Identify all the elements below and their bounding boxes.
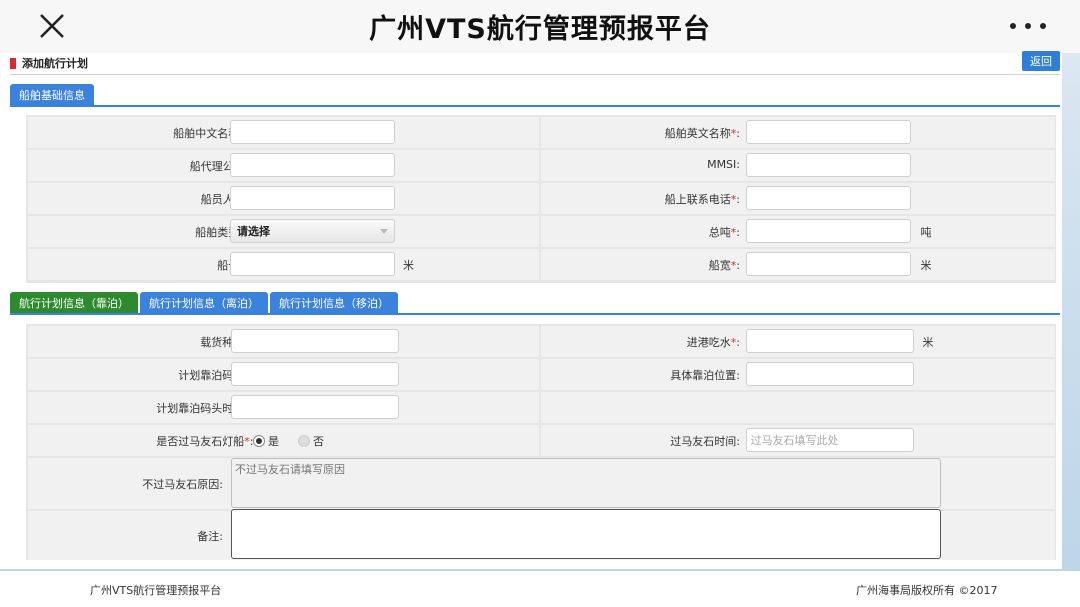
basic-row-5: 船长*: 米 船宽*: 米 [28,249,1055,280]
pass-yes-radio[interactable]: 是 [253,433,279,449]
agent-input[interactable] [230,153,395,177]
title-bar: 广州VTS航行管理预报平台 [0,0,1080,53]
no-label: 否 [313,435,324,448]
draft-unit: 米 [922,336,934,349]
footer-right: 广州海事局版权所有 ©2017 [856,584,998,597]
position-label: 具体靠泊位置: [670,369,740,382]
main-page: 添加航行计划 返回 船舶基础信息 船舶中文名称*: 船舶英文名称*: 船代理公司… [0,51,1062,569]
en-name-input[interactable] [745,120,911,144]
chevron-down-icon [380,229,388,234]
radio-unchecked-icon [298,435,310,447]
plan-tabs: 航行计划信息（靠泊） 航行计划信息（离泊） 航行计划信息（移泊） [10,292,400,314]
tonnage-input[interactable] [745,219,911,243]
tonnage-unit: 吨 [920,226,932,239]
ship-type-select[interactable]: 请选择 [230,219,395,243]
plan-row-6: 备注: [28,509,1055,560]
page-header: 添加航行计划 [0,53,1062,73]
plan-row-5: 不过马友石原因: [28,458,1055,509]
basic-row-1: 船舶中文名称*: 船舶英文名称*: [28,117,1055,148]
plan-tab-underline [10,313,1060,315]
berth-input[interactable] [231,362,399,386]
pass-no-radio[interactable]: 否 [298,433,324,449]
width-input[interactable] [745,252,911,276]
tab-berthing[interactable]: 航行计划信息（靠泊） [10,292,138,314]
draft-label: 进港吃水*: [686,336,740,349]
cn-name-input[interactable] [230,120,395,144]
more-icon[interactable] [1010,16,1046,36]
reason-textarea[interactable] [231,458,941,508]
basic-row-3: 船员人数: 船上联系电话*: [28,183,1055,214]
radio-checked-icon [253,435,265,447]
back-button[interactable]: 返回 [1022,51,1060,71]
reason-label: 不过马友石原因: [142,478,223,491]
width-label: 船宽*: [708,259,740,272]
footer-left: 广州VTS航行管理预报平台 [90,584,222,597]
tonnage-label: 总吨*: [708,226,740,239]
close-icon[interactable] [36,10,68,42]
crew-input[interactable] [230,186,395,210]
mmsi-label: MMSI: [707,158,740,171]
plan-row-2: 计划靠泊码头*: 具体靠泊位置: [28,359,1055,390]
en-name-label: 船舶英文名称*: [664,127,740,140]
phone-label: 船上联系电话*: [664,193,740,206]
pass-time-label: 过马友石时间: [670,435,740,448]
plan-row-3: 计划靠泊码头时间*: [28,392,1055,423]
tab-shifting[interactable]: 航行计划信息（移泊） [270,292,398,314]
basic-tabs: 船舶基础信息 [10,84,96,106]
length-unit: 米 [403,259,414,272]
tab-unberthing[interactable]: 航行计划信息（离泊） [140,292,268,314]
title-marker [10,57,16,69]
footer: 广州VTS航行管理预报平台 广州海事局版权所有 ©2017 [0,571,1080,607]
plan-row-4: 是否过马友石灯船*: 是 否 过马友石时间: [28,425,1055,456]
tab-underline [10,105,1060,107]
basic-row-4: 船舶类型*: 请选择 总吨*: 吨 [28,216,1055,247]
basic-row-2: 船代理公司: MMSI: [28,150,1055,181]
app-title: 广州VTS航行管理预报平台 [369,14,711,45]
pass-time-input[interactable] [745,428,914,452]
length-input[interactable] [230,252,395,276]
mmsi-input[interactable] [745,153,911,177]
position-input[interactable] [745,362,914,386]
page-title: 添加航行计划 [22,57,88,70]
ship-type-value: 请选择 [237,225,270,238]
draft-input[interactable] [745,329,914,353]
remark-label: 备注: [197,530,223,543]
yes-label: 是 [268,435,279,448]
phone-input[interactable] [745,186,911,210]
pass-label: 是否过马友石灯船*: [156,435,254,448]
divider [10,74,1060,75]
plan-row-1: 载货种类*: 进港吃水*: 米 [28,326,1055,357]
tab-basic-info[interactable]: 船舶基础信息 [10,84,94,106]
berth-time-input[interactable] [231,395,399,419]
width-unit: 米 [920,259,932,272]
remark-textarea[interactable] [231,509,941,559]
cargo-input[interactable] [231,329,399,353]
